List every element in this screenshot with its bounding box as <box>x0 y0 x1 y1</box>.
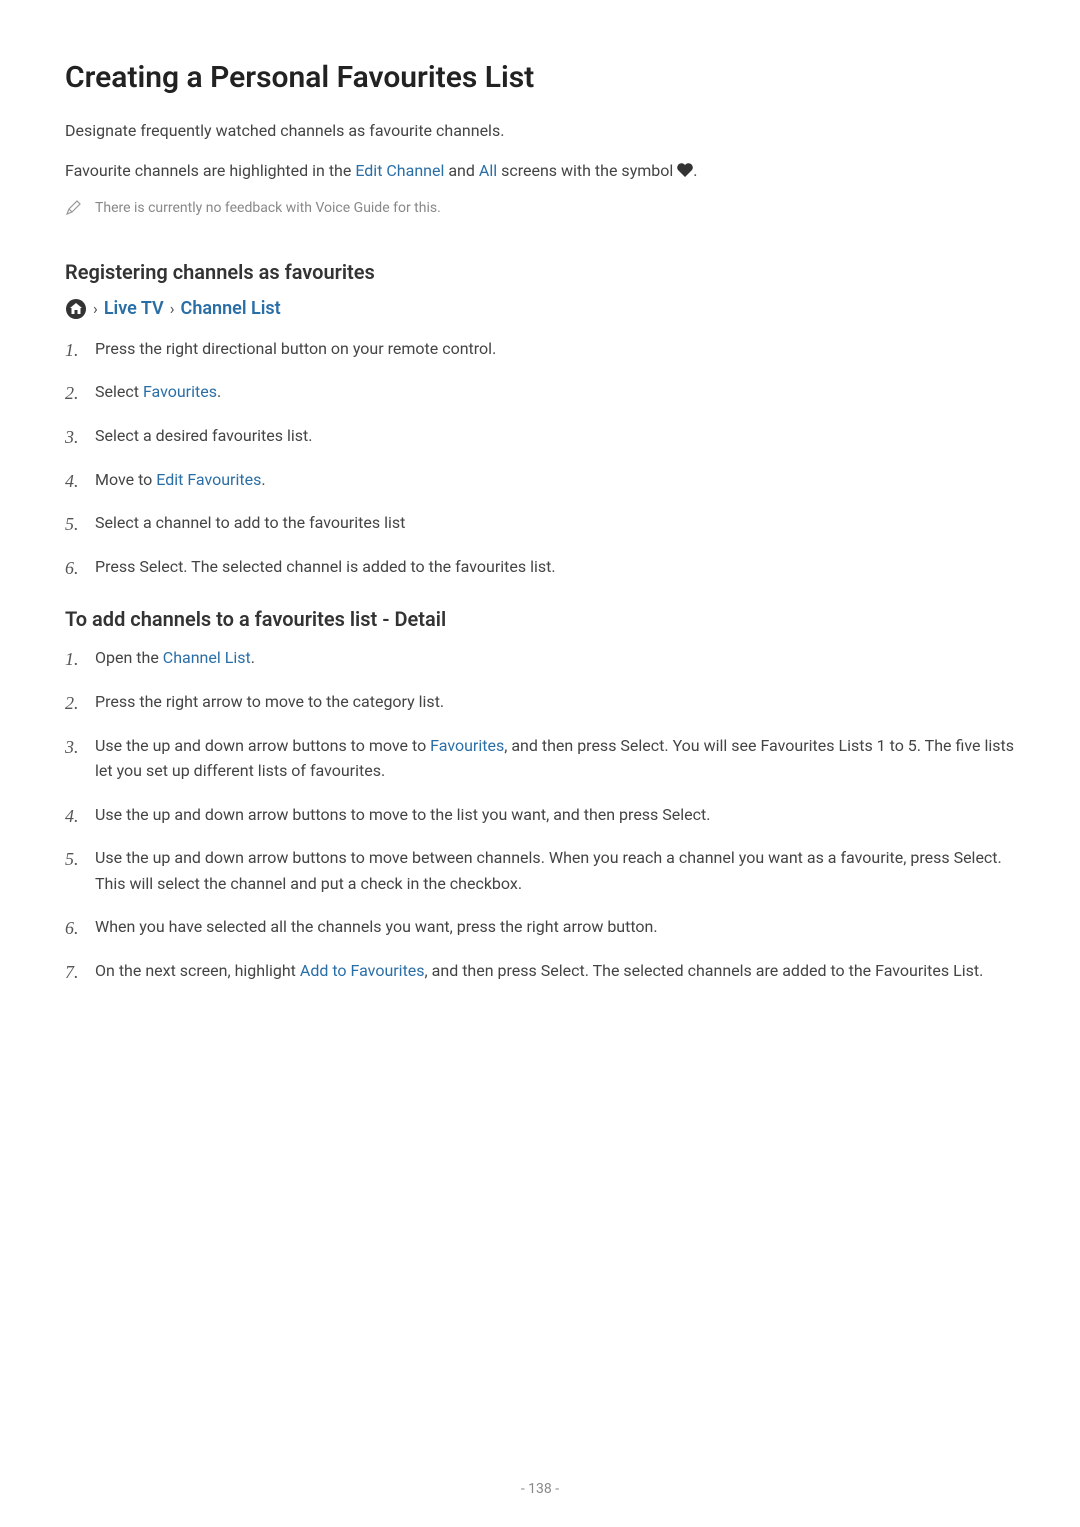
step4-prefix: Move to <box>95 470 156 489</box>
edit-channel-link: Edit Channel <box>355 161 444 180</box>
d7-suffix: , and then press Select. The selected ch… <box>425 961 984 980</box>
list-item: Use the up and down arrow buttons to mov… <box>95 845 1015 896</box>
list-item: Use the up and down arrow buttons to mov… <box>95 733 1015 784</box>
d1-prefix: Open the <box>95 648 163 667</box>
favourites-link: Favourites <box>430 736 504 755</box>
add-to-favourites-link: Add to Favourites <box>300 961 425 980</box>
list-item: On the next screen, highlight Add to Fav… <box>95 958 1015 984</box>
intro2-suffix: screens with the symbol <box>497 161 677 180</box>
step2-prefix: Select <box>95 382 143 401</box>
list-item: Press the right directional button on yo… <box>95 336 1015 362</box>
intro2-prefix: Favourite channels are highlighted in th… <box>65 161 355 180</box>
chevron-icon: › <box>170 299 175 318</box>
registering-steps-list: Press the right directional button on yo… <box>65 336 1015 580</box>
detail-steps-list: Open the Channel List. Press the right a… <box>65 645 1015 983</box>
d7-prefix: On the next screen, highlight <box>95 961 300 980</box>
breadcrumb: › Live TV › Channel List <box>65 298 1015 320</box>
section-heading-registering: Registering channels as favourites <box>65 260 1015 284</box>
intro-text-1: Designate frequently watched channels as… <box>65 119 1015 143</box>
pencil-icon <box>65 200 81 220</box>
list-item: Press the right arrow to move to the cat… <box>95 689 1015 715</box>
breadcrumb-live-tv: Live TV <box>104 298 164 319</box>
list-item: When you have selected all the channels … <box>95 914 1015 940</box>
list-item: Move to Edit Favourites. <box>95 467 1015 493</box>
note-block: There is currently no feedback with Voic… <box>65 200 1015 220</box>
channel-list-link: Channel List <box>163 648 251 667</box>
step4-suffix: . <box>261 470 265 489</box>
intro2-end: . <box>693 161 697 180</box>
note-text: There is currently no feedback with Voic… <box>95 200 441 216</box>
intro-text-2: Favourite channels are highlighted in th… <box>65 159 1015 184</box>
intro2-mid: and <box>444 161 479 180</box>
d1-suffix: . <box>251 648 255 667</box>
heart-icon <box>677 160 693 184</box>
all-link: All <box>479 161 497 180</box>
list-item: Select a desired favourites list. <box>95 423 1015 449</box>
step2-suffix: . <box>217 382 221 401</box>
list-item: Select a channel to add to the favourite… <box>95 510 1015 536</box>
breadcrumb-channel-list: Channel List <box>181 298 281 319</box>
home-icon <box>65 298 87 320</box>
list-item: Press Select. The selected channel is ad… <box>95 554 1015 580</box>
list-item: Use the up and down arrow buttons to mov… <box>95 802 1015 828</box>
chevron-icon: › <box>93 299 98 318</box>
list-item: Select Favourites. <box>95 379 1015 405</box>
d3-prefix: Use the up and down arrow buttons to mov… <box>95 736 430 755</box>
section-heading-detail: To add channels to a favourites list - D… <box>65 607 1015 631</box>
edit-favourites-link: Edit Favourites <box>156 470 261 489</box>
favourites-link: Favourites <box>143 382 217 401</box>
list-item: Open the Channel List. <box>95 645 1015 671</box>
page-title: Creating a Personal Favourites List <box>65 60 1015 95</box>
page-number: - 138 - <box>0 1481 1080 1497</box>
